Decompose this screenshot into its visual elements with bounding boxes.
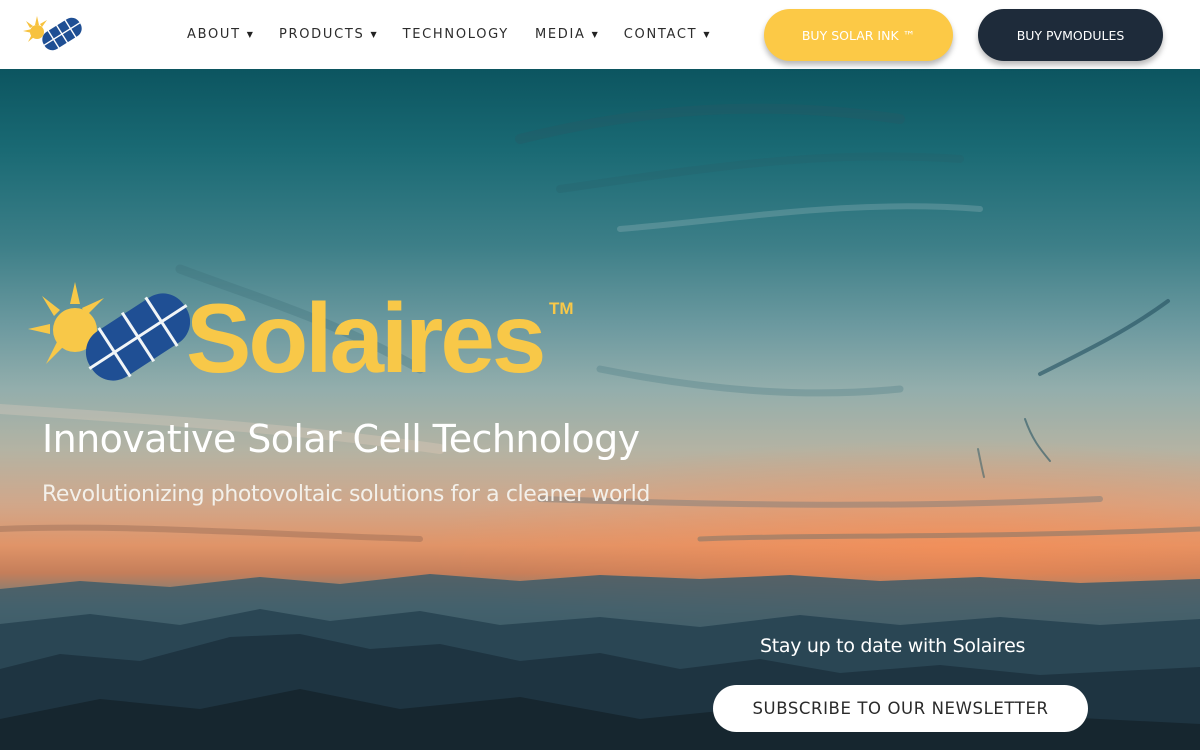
buy-pvmodules-button[interactable]: BUY PVMODULES <box>978 9 1163 61</box>
nav-contact[interactable]: CONTACT ▼ <box>624 27 710 42</box>
caret-down-icon: ▼ <box>703 30 710 39</box>
newsletter-prompt: Stay up to date with Solaires <box>760 635 1026 657</box>
hero-section: Solaires TM Innovative Solar Cell Techno… <box>0 69 1200 750</box>
nav-media[interactable]: MEDIA ▼ <box>535 27 598 42</box>
nav-media-label: MEDIA <box>534 27 586 42</box>
nav-about-label: ABOUT <box>187 27 241 42</box>
nav-about[interactable]: ABOUT ▼ <box>187 27 253 42</box>
caret-down-icon: ▼ <box>370 30 377 39</box>
main-nav: ABOUT ▼ PRODUCTS ▼ TECHNOLOGY MEDIA ▼ CO… <box>187 0 735 69</box>
nav-contact-label: CONTACT <box>623 27 698 42</box>
hero-subheadline: Revolutionizing photovoltaic solutions f… <box>42 482 650 507</box>
hero-headline: Innovative Solar Cell Technology <box>42 417 640 461</box>
site-header: ABOUT ▼ PRODUCTS ▼ TECHNOLOGY MEDIA ▼ CO… <box>0 0 1200 69</box>
nav-products[interactable]: PRODUCTS ▼ <box>279 27 377 42</box>
caret-down-icon: ▼ <box>591 30 598 39</box>
nav-technology[interactable]: TECHNOLOGY <box>403 27 509 42</box>
buy-solar-ink-button[interactable]: BUY SOLAR INK ™ <box>764 9 953 61</box>
brand-wordmark: Solaires <box>186 283 546 393</box>
nav-products-label: PRODUCTS <box>278 27 365 42</box>
trademark-symbol: TM <box>549 299 574 318</box>
solar-panel-sun-logo[interactable] <box>20 14 88 56</box>
solaires-logo-icon <box>28 282 190 381</box>
nav-technology-label: TECHNOLOGY <box>402 27 509 42</box>
subscribe-newsletter-button[interactable]: SUBSCRIBE TO OUR NEWSLETTER <box>713 685 1088 732</box>
caret-down-icon: ▼ <box>246 30 253 39</box>
